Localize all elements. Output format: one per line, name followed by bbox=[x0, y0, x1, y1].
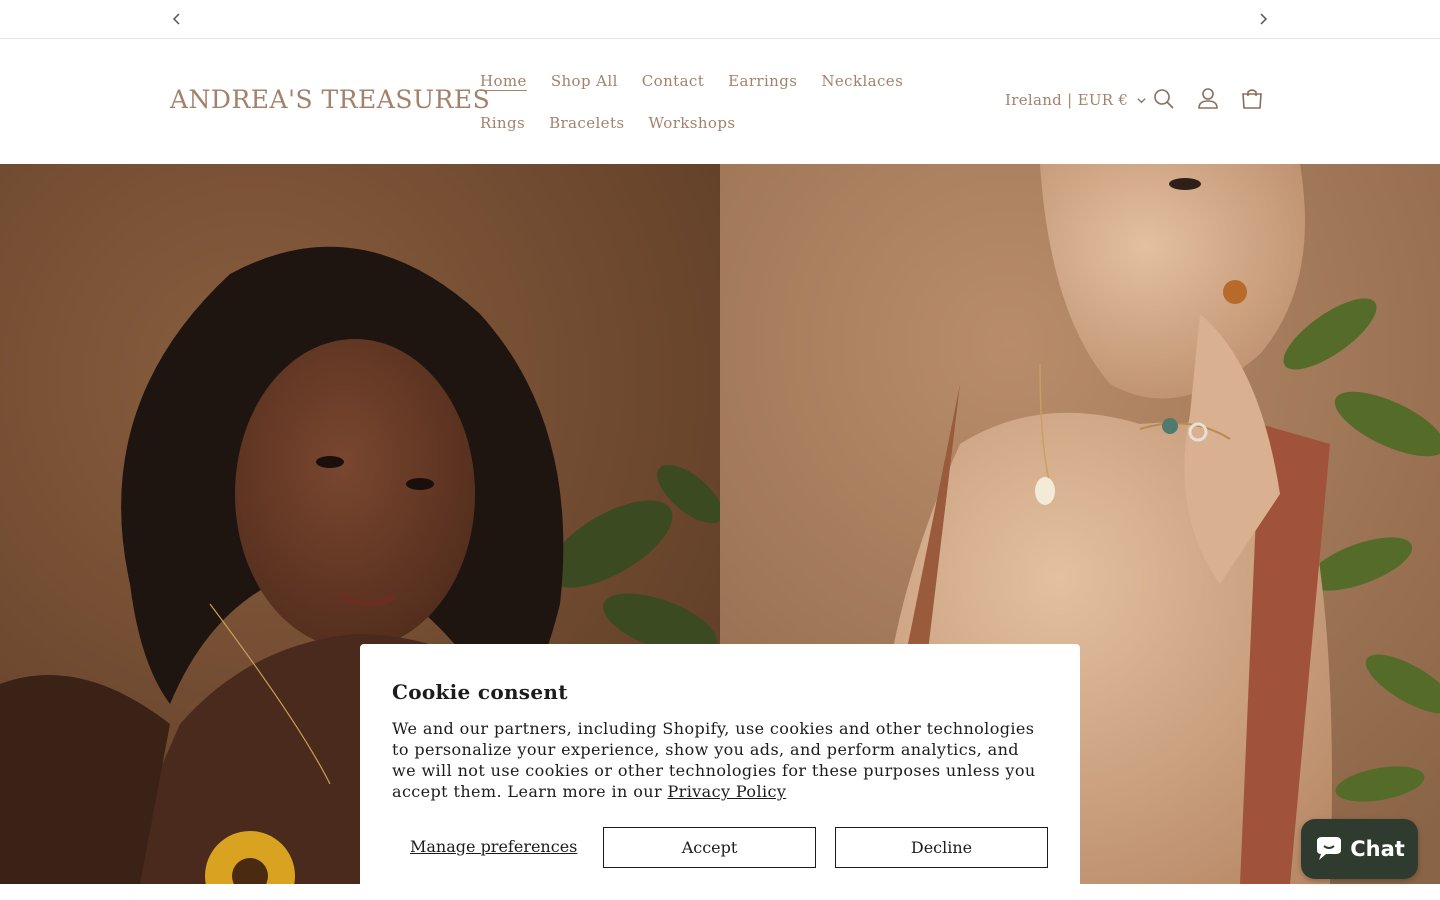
locale-label: Ireland | EUR € bbox=[1005, 91, 1129, 109]
cookie-consent-dialog: Cookie consent We and our partners, incl… bbox=[360, 644, 1080, 900]
locale-selector[interactable]: Ireland | EUR € bbox=[1005, 91, 1147, 109]
nav-item-contact[interactable]: Contact bbox=[630, 67, 716, 109]
privacy-policy-link[interactable]: Privacy Policy bbox=[668, 782, 787, 801]
cookie-actions: Manage preferences Accept Decline bbox=[392, 827, 1048, 868]
nav-item-necklaces[interactable]: Necklaces bbox=[809, 67, 915, 109]
nav-item-earrings[interactable]: Earrings bbox=[716, 67, 809, 109]
nav-item-rings[interactable]: Rings bbox=[468, 109, 537, 151]
chat-label: Chat bbox=[1350, 837, 1405, 861]
site-logo[interactable]: ANDREA'S TREASURES bbox=[170, 85, 490, 114]
chat-button[interactable]: Chat bbox=[1301, 819, 1418, 879]
cookie-body: We and our partners, including Shopify, … bbox=[392, 718, 1048, 802]
manage-preferences-button[interactable]: Manage preferences bbox=[410, 837, 577, 856]
chevron-right-icon[interactable] bbox=[1253, 9, 1273, 29]
nav-item-workshops[interactable]: Workshops bbox=[636, 109, 747, 151]
decline-button[interactable]: Decline bbox=[835, 827, 1048, 868]
nav-item-shop-all[interactable]: Shop All bbox=[539, 67, 630, 109]
chat-bubble-icon bbox=[1317, 837, 1342, 860]
chevron-down-icon bbox=[1137, 97, 1146, 103]
cookie-title: Cookie consent bbox=[392, 680, 568, 704]
announcement-bar bbox=[0, 0, 1440, 39]
search-icon[interactable] bbox=[1151, 86, 1177, 112]
main-nav: Home Shop All Contact Earrings Necklaces… bbox=[468, 67, 958, 151]
accept-button[interactable]: Accept bbox=[603, 827, 816, 868]
account-icon[interactable] bbox=[1195, 86, 1221, 112]
chevron-left-icon[interactable] bbox=[167, 9, 187, 29]
nav-item-bracelets[interactable]: Bracelets bbox=[537, 109, 636, 151]
cart-icon[interactable] bbox=[1239, 86, 1265, 112]
nav-item-home[interactable]: Home bbox=[468, 67, 539, 109]
site-header: ANDREA'S TREASURES Home Shop All Contact… bbox=[0, 39, 1440, 164]
